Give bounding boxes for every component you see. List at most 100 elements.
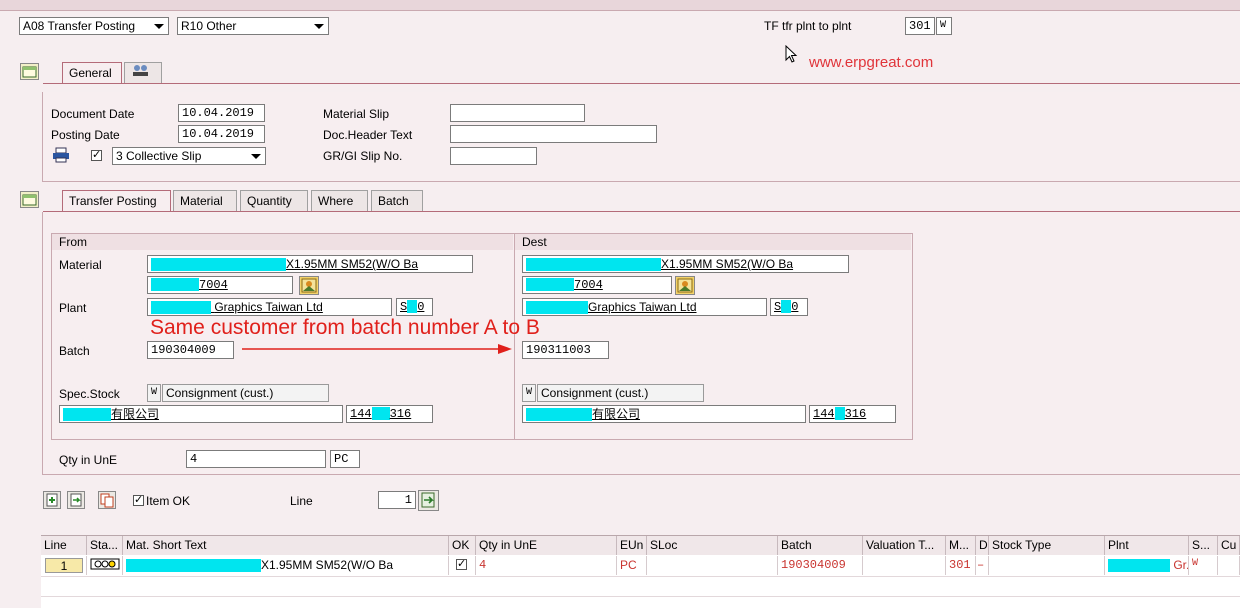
table-row[interactable]: 1 — [41, 556, 87, 575]
go-to-line-icon[interactable] — [418, 490, 439, 511]
line-label: Line — [290, 494, 313, 508]
row-sloc[interactable] — [647, 556, 778, 575]
col-qty[interactable]: Qty in UnE — [476, 536, 617, 555]
col-special[interactable]: S... — [1189, 536, 1218, 555]
col-valuation-type[interactable]: Valuation T... — [863, 536, 946, 555]
document-date-field[interactable]: 10.04.2019 — [178, 104, 265, 122]
tab-quantity[interactable]: Quantity — [240, 190, 308, 211]
tab-material-label: Material — [180, 194, 223, 208]
print-checkbox[interactable]: ✓ — [91, 150, 102, 161]
tab-transfer-posting[interactable]: Transfer Posting — [62, 190, 171, 211]
action-select-value: A08 Transfer Posting — [23, 19, 136, 33]
table-row-empty[interactable] — [41, 576, 1240, 596]
from-batch-label: Batch — [59, 344, 90, 358]
col-status[interactable]: Sta... — [87, 536, 123, 555]
redacted-block — [151, 301, 211, 315]
printer-icon[interactable] — [52, 147, 70, 163]
col-sloc[interactable]: SLoc — [647, 536, 778, 555]
redacted-block — [126, 559, 261, 573]
dest-customer-name: 有限公司 — [522, 405, 806, 423]
print-version-select[interactable]: 3 Collective Slip — [112, 147, 266, 165]
from-title: From — [59, 235, 87, 249]
annotation-arrow-icon — [242, 344, 512, 354]
dest-customer-number[interactable]: 144 316 — [809, 405, 896, 423]
material-picture-icon[interactable] — [299, 276, 319, 295]
dest-plant-code[interactable]: S0 — [770, 298, 808, 316]
from-customer-name-text: 有限公司 — [111, 407, 160, 421]
dest-title: Dest — [522, 235, 547, 249]
row-ok-checkbox[interactable]: ✓ — [456, 559, 467, 570]
redacted-block — [781, 300, 792, 314]
next-item-icon[interactable] — [67, 491, 85, 509]
tab-batch[interactable]: Batch — [371, 190, 423, 211]
movement-type-field[interactable]: 301 — [905, 17, 935, 35]
redacted-block — [407, 300, 418, 314]
from-plant-code[interactable]: S0 — [396, 298, 433, 316]
col-eun[interactable]: EUn — [617, 536, 647, 555]
row-valuation-type[interactable] — [863, 556, 946, 575]
table-row-empty[interactable] — [41, 596, 1240, 608]
material-slip-field[interactable] — [450, 104, 585, 122]
expand-item-icon[interactable] — [20, 191, 39, 208]
dest-material-number[interactable]: 7004 — [522, 276, 672, 294]
posting-date-field[interactable]: 10.04.2019 — [178, 125, 265, 143]
dest-title-bar — [515, 234, 911, 250]
from-spec-stock-label: Spec.Stock — [59, 387, 120, 401]
from-material-desc: X1.95MM SM52(W/O Ba — [147, 255, 473, 273]
col-plant[interactable]: Plnt — [1105, 536, 1189, 555]
row-batch[interactable]: 190304009 — [778, 556, 863, 575]
unit-field[interactable]: PC — [330, 450, 360, 468]
redacted-block — [834, 407, 845, 421]
tab-where[interactable]: Where — [311, 190, 368, 211]
reference-select[interactable]: R10 Other — [177, 17, 329, 35]
expand-header-icon[interactable] — [20, 63, 39, 80]
row-ok[interactable]: ✓ — [449, 556, 476, 575]
material-picture-icon[interactable] — [675, 276, 695, 295]
from-customer-number-suffix: 316 — [389, 407, 412, 421]
col-customer[interactable]: Cu — [1218, 536, 1240, 555]
dest-batch-field[interactable]: 190311003 — [522, 341, 609, 359]
row-eun[interactable]: PC — [617, 556, 647, 575]
from-customer-number[interactable]: 144 316 — [346, 405, 433, 423]
row-customer[interactable] — [1218, 556, 1240, 575]
gr-gi-slip-field[interactable] — [450, 147, 537, 165]
dest-material-desc-text: X1.95MM SM52(W/O Ba — [661, 257, 794, 271]
chevron-down-icon — [154, 24, 164, 29]
from-spec-stock-code[interactable]: W — [147, 384, 161, 402]
from-material-number[interactable]: 7004 — [147, 276, 293, 294]
from-material-label: Material — [59, 258, 102, 272]
gr-gi-slip-label: GR/GI Slip No. — [323, 149, 403, 163]
dest-spec-stock-code[interactable]: W — [522, 384, 536, 402]
redacted-block — [63, 408, 111, 422]
tab-general[interactable]: General — [62, 62, 122, 83]
redacted-block — [526, 278, 574, 292]
from-batch-field[interactable]: 190304009 — [147, 341, 234, 359]
row-status-icon — [87, 556, 123, 575]
col-movement[interactable]: M... — [946, 536, 976, 555]
row-line-number[interactable]: 1 — [45, 558, 83, 573]
col-mat-short-text[interactable]: Mat. Short Text — [123, 536, 449, 555]
col-ok[interactable]: OK — [449, 536, 476, 555]
movement-indicator-field[interactable]: W — [936, 17, 952, 35]
row-qty[interactable]: 4 — [476, 556, 617, 575]
people-icon — [133, 65, 148, 76]
col-line[interactable]: Line — [41, 536, 87, 555]
from-material-number-text: 7004 — [199, 278, 228, 292]
action-select[interactable]: A08 Transfer Posting — [19, 17, 169, 35]
row-stock-type[interactable] — [989, 556, 1105, 575]
tab-material[interactable]: Material — [173, 190, 237, 211]
doc-header-text-field[interactable] — [450, 125, 657, 143]
col-stock-type[interactable]: Stock Type — [989, 536, 1105, 555]
reference-select-value: R10 Other — [181, 19, 237, 33]
tab-partner[interactable] — [124, 62, 162, 83]
document-date-label: Document Date — [51, 107, 135, 121]
col-batch[interactable]: Batch — [778, 536, 863, 555]
quantity-field[interactable]: 4 — [186, 450, 326, 468]
item-ok-checkbox[interactable]: ✓ — [133, 495, 144, 506]
new-item-icon[interactable] — [43, 491, 61, 509]
col-debit-credit[interactable]: D — [976, 536, 989, 555]
from-customer-number-prefix: 144 — [350, 407, 372, 421]
copy-item-icon[interactable] — [98, 491, 116, 509]
line-field[interactable]: 1 — [378, 491, 416, 509]
row-plant[interactable]: Gr.. — [1105, 556, 1189, 575]
